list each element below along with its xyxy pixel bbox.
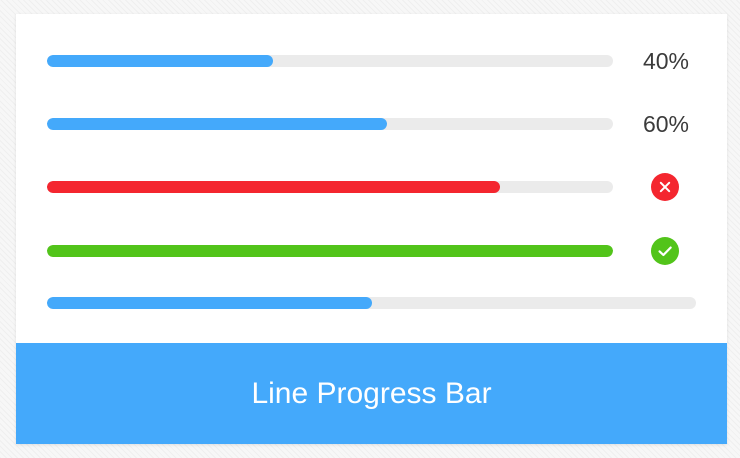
footer-title: Line Progress Bar (16, 343, 727, 444)
progress-track (47, 297, 696, 309)
progress-row-success (16, 236, 727, 266)
progress-fill (47, 55, 274, 67)
progress-track (47, 181, 613, 193)
progress-fill (47, 181, 500, 193)
progress-fill (47, 118, 387, 130)
progress-percent-label: 40% (642, 48, 690, 74)
progress-track (47, 245, 613, 257)
progress-demo-card: 40% 60% Line Progress Bar (16, 14, 727, 444)
close-circle-icon (650, 172, 680, 202)
progress-track (47, 118, 613, 130)
progress-row-1: 40% (16, 46, 727, 76)
progress-row-no-info (16, 288, 727, 318)
progress-fill (47, 245, 613, 257)
check-circle-icon (650, 236, 680, 266)
progress-percent-label: 60% (642, 111, 690, 137)
progress-fill (47, 297, 372, 309)
progress-track (47, 55, 613, 67)
progress-row-exception (16, 172, 727, 202)
progress-row-2: 60% (16, 109, 727, 139)
